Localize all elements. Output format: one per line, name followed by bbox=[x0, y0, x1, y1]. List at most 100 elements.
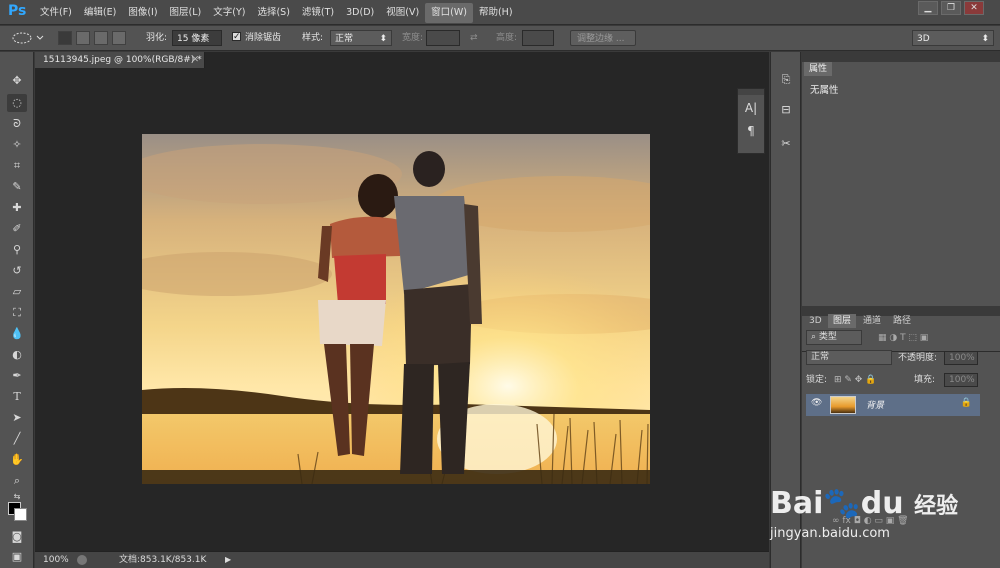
ellipse-marquee-preset-icon bbox=[12, 32, 44, 44]
image-canvas[interactable] bbox=[142, 134, 650, 484]
move-tool-icon[interactable]: ✥ bbox=[7, 72, 27, 90]
clone-stamp-tool-icon[interactable]: ⚲ bbox=[7, 241, 27, 259]
opacity-label: 不透明度: bbox=[898, 353, 938, 363]
layer-filter-select[interactable]: ⌕ 类型 bbox=[806, 330, 862, 345]
eyedropper-tool-icon[interactable]: ✎ bbox=[7, 178, 27, 196]
watermark-url: jingyan.baidu.com bbox=[770, 526, 890, 541]
close-button[interactable]: ✕ bbox=[964, 1, 984, 15]
lock-icons[interactable]: ⊞ ✎ ✥ 🔒 bbox=[834, 372, 876, 389]
healing-brush-tool-icon[interactable]: ✚ bbox=[7, 199, 27, 217]
photoshop-logo: Ps bbox=[8, 3, 27, 19]
magic-wand-tool-icon[interactable]: ✧ bbox=[7, 136, 27, 154]
minimize-button[interactable]: ▁ bbox=[918, 1, 938, 15]
menu-help[interactable]: 帮助(H) bbox=[473, 3, 519, 23]
tab-3d[interactable]: 3D bbox=[804, 314, 827, 328]
layer-filter-icons[interactable]: ▦ ◑ T ⬚ ▣ bbox=[878, 330, 928, 347]
paint-bucket-tool-icon[interactable]: ⛶ bbox=[7, 304, 27, 322]
pen-tool-icon[interactable]: ✒ bbox=[7, 367, 27, 385]
eraser-tool-icon[interactable]: ▱ bbox=[7, 283, 27, 301]
quick-mask-icon[interactable]: ◙ bbox=[7, 528, 27, 546]
lock-label: 锁定: bbox=[806, 375, 828, 385]
tools-presets-icon[interactable]: ✂ bbox=[776, 134, 796, 154]
style-select[interactable]: 正常 ⬍ bbox=[330, 30, 392, 46]
feather-input[interactable]: 15 像素 bbox=[172, 30, 222, 46]
document-tab[interactable]: 15113945.jpeg @ 100%(RGB/8#) * ✕ bbox=[35, 52, 205, 68]
width-label: 宽度: bbox=[402, 33, 424, 43]
triangle-right-icon[interactable]: ▶ bbox=[225, 552, 231, 568]
panel-grip[interactable] bbox=[738, 89, 764, 95]
tab-properties[interactable]: 属性 bbox=[804, 62, 833, 76]
menu-type[interactable]: 文字(Y) bbox=[207, 3, 251, 23]
blur-tool-icon[interactable]: 💧 bbox=[7, 325, 27, 343]
close-icon[interactable]: ✕ bbox=[191, 52, 199, 68]
intersect-selection-icon[interactable] bbox=[112, 31, 126, 45]
opacity-input[interactable]: 100% bbox=[944, 351, 978, 365]
options-bar: 羽化: 15 像素 消除锯齿 样式: 正常 ⬍ 宽度: ⇄ 高度: 调整边缘 .… bbox=[0, 26, 1000, 51]
fill-label: 填充: bbox=[914, 375, 936, 385]
tab-paths[interactable]: 路径 bbox=[888, 314, 916, 328]
lasso-tool-icon[interactable]: ᘐ bbox=[7, 115, 27, 133]
menu-bar: Ps 文件(F) 编辑(E) 图像(I) 图层(L) 文字(Y) 选择(S) 滤… bbox=[0, 0, 1000, 25]
brand-text: Bai bbox=[770, 486, 824, 521]
chevron-down-icon: ⬍ bbox=[379, 34, 387, 44]
swap-icon: ⇄ bbox=[470, 33, 478, 43]
restore-button[interactable]: ❐ bbox=[941, 1, 961, 15]
menu-image[interactable]: 图像(I) bbox=[122, 3, 163, 23]
layer-name: 背景 bbox=[866, 401, 885, 411]
search-icon: ⌕ bbox=[811, 332, 819, 342]
baidu-jingyan-watermark: Bai🐾du 经验 jingyan.baidu.com bbox=[764, 460, 1000, 550]
fill-input[interactable]: 100% bbox=[944, 373, 978, 387]
menu-select[interactable]: 选择(S) bbox=[251, 3, 295, 23]
background-color-swatch[interactable] bbox=[14, 508, 27, 521]
character-icon[interactable]: A| bbox=[741, 98, 761, 118]
brand-paw-icon: 🐾 bbox=[823, 486, 861, 521]
panel-dock-header bbox=[802, 52, 1000, 62]
zoom-level[interactable]: 100% bbox=[43, 552, 69, 568]
tab-channels[interactable]: 通道 bbox=[858, 314, 886, 328]
width-input bbox=[426, 30, 460, 46]
workspace-select[interactable]: 3D ⬍ bbox=[912, 30, 994, 46]
brand-text-2: du bbox=[860, 486, 904, 521]
antialias-checkbox[interactable] bbox=[232, 29, 241, 45]
antialias-option[interactable]: 消除锯齿 bbox=[232, 29, 281, 46]
blend-mode-select[interactable]: 正常 bbox=[806, 350, 892, 365]
history-brush-tool-icon[interactable]: ↺ bbox=[7, 262, 27, 280]
tool-preset-picker[interactable] bbox=[10, 30, 46, 46]
sunset-couple-image bbox=[142, 134, 650, 484]
workspace-value: 3D bbox=[917, 34, 930, 44]
new-selection-icon[interactable] bbox=[58, 31, 72, 45]
menu-view[interactable]: 视图(V) bbox=[380, 3, 425, 23]
feather-label: 羽化: bbox=[146, 33, 168, 43]
tools-panel: ✥ ◌ ᘐ ✧ ⌗ ✎ ✚ ✐ ⚲ ↺ ▱ ⛶ 💧 ◐ ✒ T ➤ ╱ ✋ ⌕ … bbox=[0, 52, 34, 568]
history-icon[interactable]: ⎘ bbox=[776, 70, 796, 90]
style-label: 样式: bbox=[302, 33, 324, 43]
layer-row[interactable]: 👁 背景 🔒 bbox=[806, 394, 980, 416]
screen-mode-icon[interactable]: ▣ bbox=[7, 548, 27, 566]
menu-file[interactable]: 文件(F) bbox=[34, 3, 78, 23]
blend-mode-value: 正常 bbox=[811, 352, 830, 362]
style-value: 正常 bbox=[335, 34, 354, 44]
line-tool-icon[interactable]: ╱ bbox=[7, 430, 27, 448]
elliptical-marquee-tool-icon[interactable]: ◌ bbox=[7, 94, 27, 112]
status-icon[interactable] bbox=[77, 555, 87, 565]
crop-tool-icon[interactable]: ⌗ bbox=[7, 157, 27, 175]
refine-edge-button[interactable]: 调整边缘 ... bbox=[570, 30, 636, 46]
paragraph-icon[interactable]: ¶ bbox=[741, 121, 761, 141]
actions-icon[interactable]: ⊟ bbox=[776, 100, 796, 120]
tab-layers[interactable]: 图层 bbox=[828, 314, 857, 328]
menu-edit[interactable]: 编辑(E) bbox=[78, 3, 122, 23]
add-selection-icon[interactable] bbox=[76, 31, 90, 45]
type-tool-icon[interactable]: T bbox=[7, 388, 27, 406]
brush-tool-icon[interactable]: ✐ bbox=[7, 220, 27, 238]
menu-3d[interactable]: 3D(D) bbox=[340, 3, 380, 23]
chevron-down-icon: ⬍ bbox=[981, 34, 989, 44]
menu-filter[interactable]: 滤镜(T) bbox=[296, 3, 340, 23]
subtract-selection-icon[interactable] bbox=[94, 31, 108, 45]
baidu-logo: Bai🐾du 经验 bbox=[770, 486, 958, 521]
eye-icon[interactable]: 👁 bbox=[811, 398, 822, 408]
menu-layer[interactable]: 图层(L) bbox=[164, 3, 208, 23]
dodge-tool-icon[interactable]: ◐ bbox=[7, 346, 27, 364]
menu-window[interactable]: 窗口(W) bbox=[425, 3, 473, 23]
path-selection-tool-icon[interactable]: ➤ bbox=[7, 409, 27, 427]
hand-tool-icon[interactable]: ✋ bbox=[7, 451, 27, 469]
